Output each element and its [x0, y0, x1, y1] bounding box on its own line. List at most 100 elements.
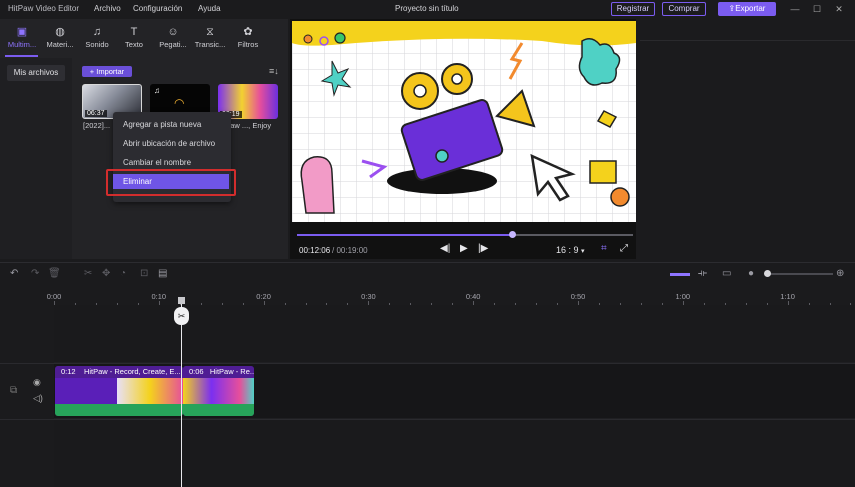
playhead[interactable]: [181, 298, 182, 487]
headphones-icon: ◠: [174, 96, 185, 110]
fullscreen-icon[interactable]: ⤢: [620, 243, 628, 254]
redo-icon[interactable]: ↷: [31, 268, 39, 279]
music-icon: ♫: [92, 26, 102, 38]
menu-add-to-new-track[interactable]: Agregar a pista nueva: [123, 120, 201, 129]
tab-label: Texto: [125, 40, 143, 49]
media-sidebar: [0, 58, 72, 259]
film-icon: ⧉: [10, 385, 18, 396]
menu-open-file-location[interactable]: Abrir ubicación de archivo: [123, 139, 215, 148]
chevron-down-icon: ▾: [581, 248, 585, 255]
subtitle-icon[interactable]: ▤: [158, 268, 167, 279]
clip-header: 0:12 HitPaw - Record, Create, E...: [55, 366, 183, 378]
tab-label: Materi...: [46, 40, 74, 49]
sort-icon[interactable]: ≡↓: [269, 66, 279, 76]
undo-icon[interactable]: ↶: [10, 268, 18, 279]
play-icon[interactable]: ▶: [460, 243, 468, 254]
tab-transiciones[interactable]: ⧖ Transic...: [190, 19, 230, 57]
aspect-ratio-select[interactable]: 16 : 9 ▾: [556, 245, 585, 255]
timeline-clip[interactable]: 0:12 HitPaw - Record, Create, E...: [55, 366, 183, 416]
track-divider: [0, 363, 855, 364]
audio-waveform: [183, 404, 254, 416]
thumbnail-caption: ...aw ..., Enjoy: [224, 121, 272, 130]
current-time: 00:12:06: [299, 246, 331, 255]
playhead-handle[interactable]: [178, 297, 185, 304]
highlight-box: [106, 169, 236, 196]
clip-title: HitPaw - Record, Create, E...: [83, 367, 181, 376]
eye-icon[interactable]: ◉: [33, 377, 41, 388]
ruler-label: 0:10: [151, 292, 167, 301]
project-title: Proyecto sin título: [395, 4, 459, 13]
empty-track[interactable]: [54, 420, 855, 487]
ruler-label: 0:30: [361, 292, 376, 301]
speed-icon[interactable]: ◔: [120, 268, 126, 279]
minimize-icon[interactable]: —: [789, 3, 801, 15]
register-button[interactable]: Registrar: [611, 2, 655, 16]
zoom-slider-track[interactable]: [768, 273, 833, 275]
close-icon[interactable]: ✕: [833, 3, 845, 15]
tab-sonido[interactable]: ♫ Sonido: [77, 19, 117, 57]
audio-file-icon: ♫: [154, 86, 160, 95]
zoom-in-icon[interactable]: ⊕: [836, 268, 844, 279]
tab-label: Multim...: [7, 40, 37, 49]
thumbnail-caption: [2022]...: [83, 121, 111, 130]
snap-icon[interactable]: ⟛: [698, 268, 707, 279]
playback-progress-fill: [297, 234, 513, 236]
audio-waveform: [55, 404, 183, 416]
clip-duration: 0:06: [189, 367, 204, 376]
sidebar-item-my-files[interactable]: Mis archivos: [7, 65, 65, 81]
ruler-label: 1:10: [780, 292, 795, 301]
ruler-label: 0:40: [465, 292, 481, 301]
previous-frame-icon[interactable]: ◀|: [440, 243, 450, 254]
buy-button[interactable]: Comprar: [662, 2, 706, 16]
maximize-icon[interactable]: ☐: [811, 3, 823, 15]
tab-multimedia[interactable]: ▣ Multim...: [2, 19, 42, 57]
preview-illustration: [292, 21, 636, 222]
ruler-label: 1:00: [675, 292, 691, 301]
timeline-clip[interactable]: 0:06 HitPaw - Re...: [183, 366, 254, 416]
tab-filtros[interactable]: ✿ Filtros: [228, 19, 268, 57]
tab-pegatinas[interactable]: ☺ Pegati...: [153, 19, 193, 57]
tab-label: Transic...: [194, 40, 226, 49]
export-label: Exportar: [735, 4, 766, 13]
move-icon[interactable]: ✥: [102, 268, 110, 279]
video-preview[interactable]: [292, 21, 636, 222]
split-icon[interactable]: ✂: [84, 268, 92, 279]
clip-frame: [117, 378, 183, 404]
ruler-label: 0:50: [570, 292, 586, 301]
crop-icon[interactable]: ⌗: [601, 243, 607, 254]
caption-box-icon[interactable]: ▭: [722, 268, 731, 279]
delete-icon[interactable]: 🗑: [48, 268, 61, 279]
speaker-icon[interactable]: ◁): [33, 393, 43, 404]
playback-progress-handle[interactable]: [509, 231, 517, 238]
transition-icon: ⧖: [206, 26, 214, 38]
filter-icon: ✿: [243, 26, 253, 38]
tab-texto[interactable]: T Texto: [114, 19, 154, 57]
track-view-icon[interactable]: ▬▬: [670, 268, 690, 279]
zoom-out-icon[interactable]: ●: [748, 268, 754, 279]
zoom-slider-handle[interactable]: [764, 270, 771, 277]
crop-tool-icon[interactable]: ⊡: [140, 268, 148, 279]
import-button[interactable]: + Importar: [82, 66, 132, 77]
media-icon: ▣: [16, 26, 28, 38]
menu-ayuda[interactable]: Ayuda: [198, 4, 221, 13]
total-time: / 00:19:00: [332, 246, 368, 255]
tab-label: Pegati...: [159, 40, 187, 49]
timeline-ruler[interactable]: [0, 285, 855, 305]
clip-frame: [55, 378, 117, 404]
export-button[interactable]: ⇪Exportar: [718, 2, 776, 16]
menu-archivo[interactable]: Archivo: [94, 4, 121, 13]
menu-rename[interactable]: Cambiar el nombre: [123, 158, 191, 167]
properties-header: [640, 19, 855, 41]
next-frame-icon[interactable]: |▶: [478, 243, 488, 254]
ruler-label: 0:00: [46, 292, 62, 301]
menu-configuracion[interactable]: Configuración: [133, 4, 182, 13]
tab-materiales[interactable]: ◍ Materi...: [40, 19, 80, 57]
track-divider: [0, 419, 855, 420]
clip-title: HitPaw - Re...: [209, 367, 254, 376]
text-icon: T: [130, 26, 138, 38]
app-title: HitPaw Video Editor: [8, 4, 79, 13]
tab-active-indicator: [5, 55, 38, 57]
scissors-icon[interactable]: ✂: [174, 307, 189, 325]
tab-bar: ▣ Multim... ◍ Materi... ♫ Sonido T Texto…: [0, 19, 288, 57]
tab-label: Filtros: [237, 40, 259, 49]
